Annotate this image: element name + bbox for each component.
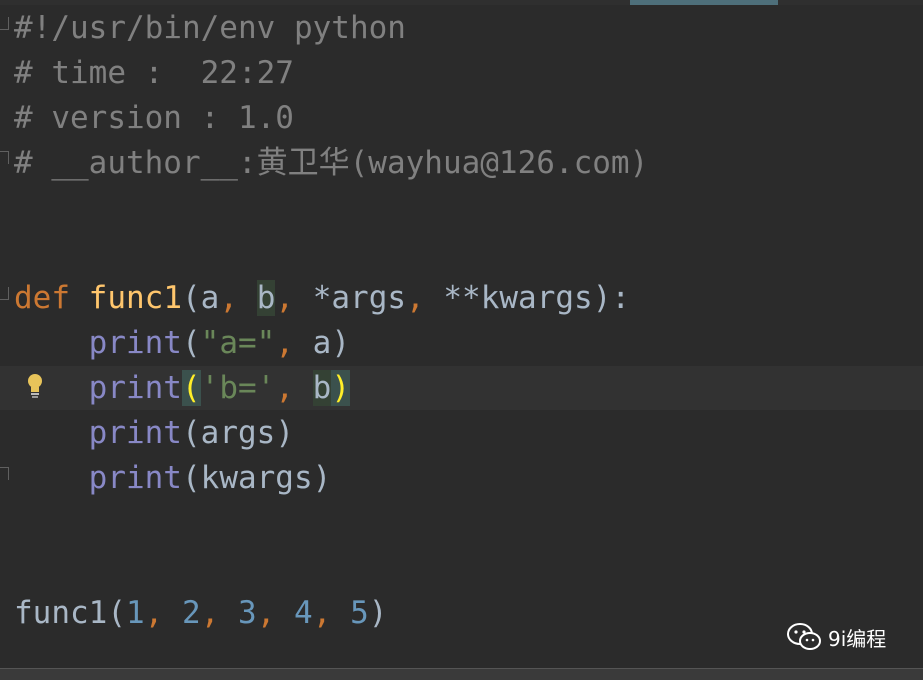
watermark-text: 9i编程 bbox=[828, 626, 887, 651]
string-literal: "a=" bbox=[200, 325, 276, 361]
print-builtin: print bbox=[88, 460, 182, 496]
fold-start-icon[interactable] bbox=[0, 287, 9, 300]
number-literal: 4 bbox=[294, 595, 313, 631]
code-line-print-args[interactable]: print(args) bbox=[14, 411, 294, 456]
def-keyword: def bbox=[14, 280, 70, 316]
string-literal: 'b=' bbox=[200, 370, 276, 406]
function-name: func1 bbox=[88, 280, 182, 316]
code-line-print-kwargs[interactable]: print(kwargs) bbox=[14, 456, 332, 501]
wechat-icon bbox=[787, 623, 821, 650]
version-comment: # version : 1.0 bbox=[14, 100, 294, 136]
number-literal: 5 bbox=[350, 595, 369, 631]
print-builtin: print bbox=[88, 325, 182, 361]
print-builtin: print bbox=[88, 370, 182, 406]
param-b-usage: b bbox=[312, 370, 332, 406]
code-editor[interactable]: #!/usr/bin/env python # time : 22:27 # v… bbox=[0, 0, 923, 680]
code-line-call[interactable]: func1(1, 2, 3, 4, 5) bbox=[14, 591, 387, 636]
code-line-print-a[interactable]: print("a=", a) bbox=[14, 321, 350, 366]
time-comment: # time : 22:27 bbox=[14, 55, 294, 91]
fold-end-icon[interactable] bbox=[0, 467, 9, 480]
param-b: b bbox=[256, 280, 276, 316]
call-function-name: func1 bbox=[14, 595, 108, 631]
param-kwargs: **kwargs bbox=[443, 280, 593, 316]
code-line-print-b[interactable]: print('b=', b) bbox=[14, 366, 350, 411]
horizontal-scrollbar[interactable] bbox=[0, 668, 923, 680]
print-builtin: print bbox=[88, 415, 182, 451]
param-args: *args bbox=[312, 280, 407, 316]
number-literal: 3 bbox=[238, 595, 257, 631]
fold-end-icon[interactable] bbox=[0, 151, 9, 164]
code-line-2[interactable]: # time : 22:27 bbox=[14, 51, 294, 96]
matched-bracket: ( bbox=[181, 370, 201, 406]
number-literal: 2 bbox=[182, 595, 201, 631]
fold-start-icon[interactable] bbox=[0, 17, 9, 30]
code-line-3[interactable]: # version : 1.0 bbox=[14, 96, 294, 141]
shebang-comment: #!/usr/bin/env python bbox=[14, 10, 406, 46]
code-line-4[interactable]: # __author__:黄卫华(wayhua@126.com) bbox=[14, 141, 648, 186]
number-literal: 1 bbox=[126, 595, 145, 631]
watermark: 9i编程 bbox=[786, 620, 886, 654]
editor-tab-scrollbar[interactable] bbox=[0, 0, 923, 5]
scrollbar-thumb[interactable] bbox=[630, 0, 778, 5]
code-line-1[interactable]: #!/usr/bin/env python bbox=[14, 6, 406, 51]
matched-bracket: ) bbox=[331, 370, 350, 406]
author-comment: # __author__:黄卫华(wayhua@126.com) bbox=[14, 145, 649, 181]
code-line-def[interactable]: def func1(a, b, *args, **kwargs): bbox=[14, 276, 630, 321]
param-a: a bbox=[200, 280, 220, 316]
